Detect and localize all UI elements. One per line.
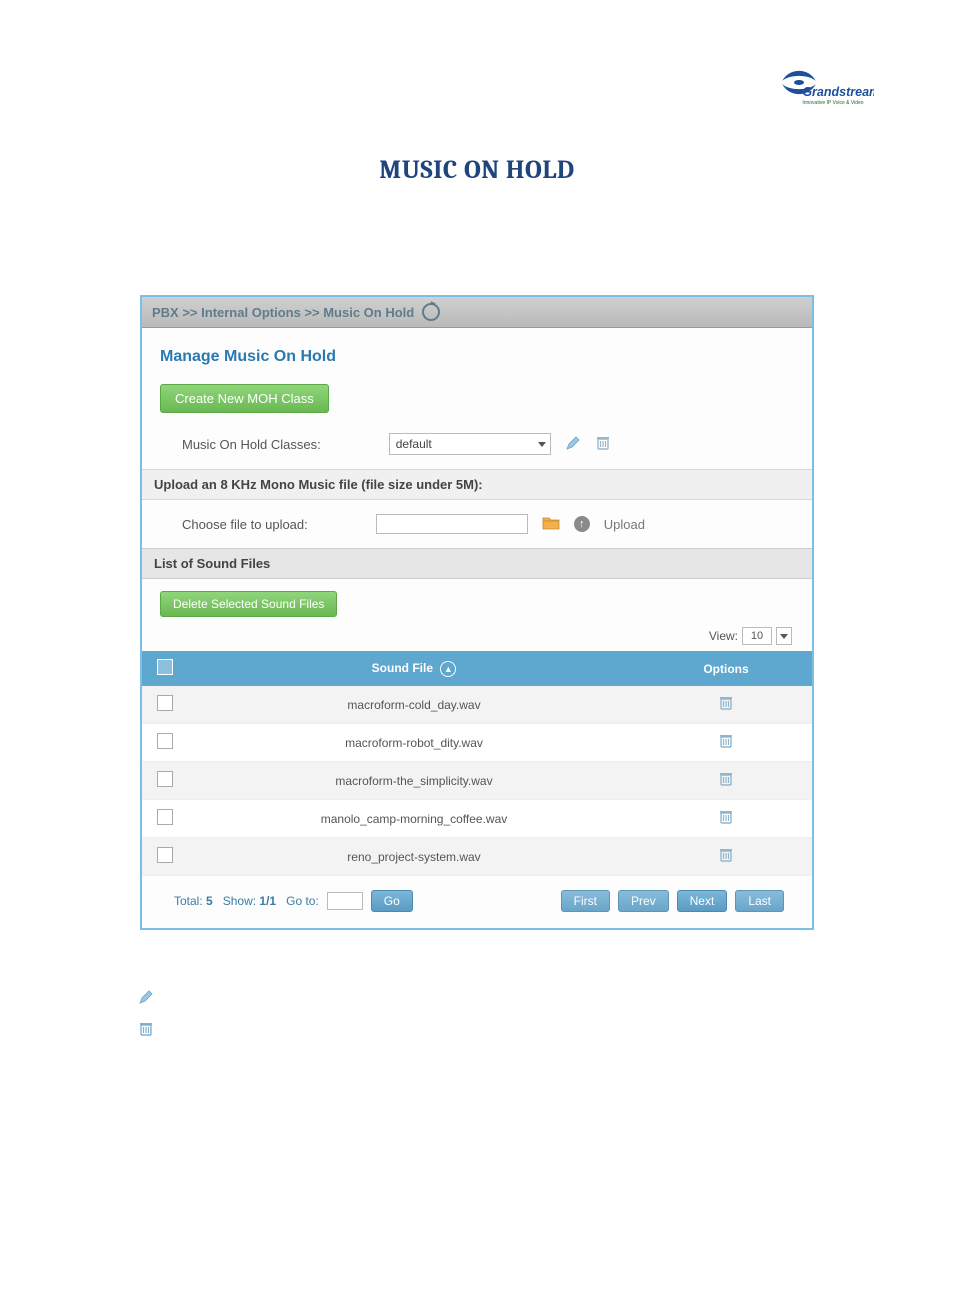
file-name-cell: manolo_camp-morning_coffee.wav [188,800,640,838]
sound-files-table: Sound File ▲ Options macroform-cold_day.… [142,651,812,876]
svg-text:Grandstream: Grandstream [802,85,874,99]
create-moh-class-button[interactable]: Create New MOH Class [160,384,329,413]
table-row: macroform-robot_dity.wav [142,724,812,762]
upload-heading: Upload an 8 KHz Mono Music file (file si… [142,469,812,500]
edit-class-icon[interactable] [565,435,581,454]
row-checkbox[interactable] [157,771,173,787]
goto-page-input[interactable] [327,892,363,910]
last-page-button[interactable]: Last [735,890,784,912]
file-path-input[interactable] [376,514,528,534]
delete-file-icon[interactable] [718,738,734,752]
chevron-down-icon [780,634,788,639]
file-name-cell: macroform-the_simplicity.wav [188,762,640,800]
delete-file-icon[interactable] [718,814,734,828]
moh-panel: PBX >> Internal Options >> Music On Hold… [140,295,814,930]
notes-list [120,954,834,1040]
breadcrumb-text: PBX >> Internal Options >> Music On Hold [152,305,414,320]
moh-class-selected-value: default [396,437,432,451]
prev-page-button[interactable]: Prev [618,890,669,912]
view-count-select[interactable]: 10 [742,627,772,645]
intro-text [140,215,814,275]
list-item [138,986,834,1008]
col-options: Options [640,651,812,686]
upload-button-label[interactable]: Upload [604,517,645,532]
svg-text:Innovative IP Voice & Video: Innovative IP Voice & Video [802,100,863,106]
brand-logo: Grandstream Innovative IP Voice & Video [774,60,874,120]
file-name-cell: macroform-cold_day.wav [188,686,640,724]
table-row: macroform-cold_day.wav [142,686,812,724]
next-page-button[interactable]: Next [677,890,728,912]
go-button[interactable]: Go [371,890,413,912]
first-page-button[interactable]: First [561,890,610,912]
view-count-caret[interactable] [776,627,792,645]
sort-asc-icon: ▲ [440,661,456,677]
page-title: MUSIC ON HOLD [0,155,954,185]
browse-folder-icon[interactable] [542,515,560,534]
view-label: View: [709,629,738,643]
delete-file-icon[interactable] [718,776,734,790]
upload-icon[interactable]: ↑ [574,516,590,532]
moh-class-select[interactable]: default [389,433,551,455]
delete-selected-button[interactable]: Delete Selected Sound Files [160,591,337,617]
list-item [138,954,834,976]
table-row: manolo_camp-morning_coffee.wav [142,800,812,838]
section-heading: Manage Music On Hold [160,348,794,366]
moh-classes-label: Music On Hold Classes: [182,437,321,452]
file-name-cell: macroform-robot_dity.wav [188,724,640,762]
table-row: macroform-the_simplicity.wav [142,762,812,800]
table-row: reno_project-system.wav [142,838,812,876]
delete-file-icon[interactable] [718,700,734,714]
delete-file-icon[interactable] [718,852,734,866]
sound-files-heading: List of Sound Files [142,548,812,579]
row-checkbox[interactable] [157,847,173,863]
breadcrumb: PBX >> Internal Options >> Music On Hold [142,297,812,328]
list-item [138,1018,834,1040]
pager-total: Total: 5 [174,894,213,908]
col-sound-file[interactable]: Sound File ▲ [188,651,640,686]
pencil-icon [138,989,154,1005]
refresh-icon[interactable] [422,303,440,321]
delete-class-icon[interactable] [595,435,611,454]
row-checkbox[interactable] [157,695,173,711]
choose-file-label: Choose file to upload: [182,517,308,532]
pager-show: Show: 1/1 [223,894,276,908]
pager-goto-label: Go to: [286,894,319,908]
row-checkbox[interactable] [157,809,173,825]
trash-icon [138,1021,154,1037]
row-checkbox[interactable] [157,733,173,749]
file-name-cell: reno_project-system.wav [188,838,640,876]
chevron-down-icon [538,442,546,447]
pagination-bar: Total: 5 Show: 1/1 Go to: Go First Prev … [160,876,794,928]
select-all-checkbox[interactable] [157,659,173,675]
